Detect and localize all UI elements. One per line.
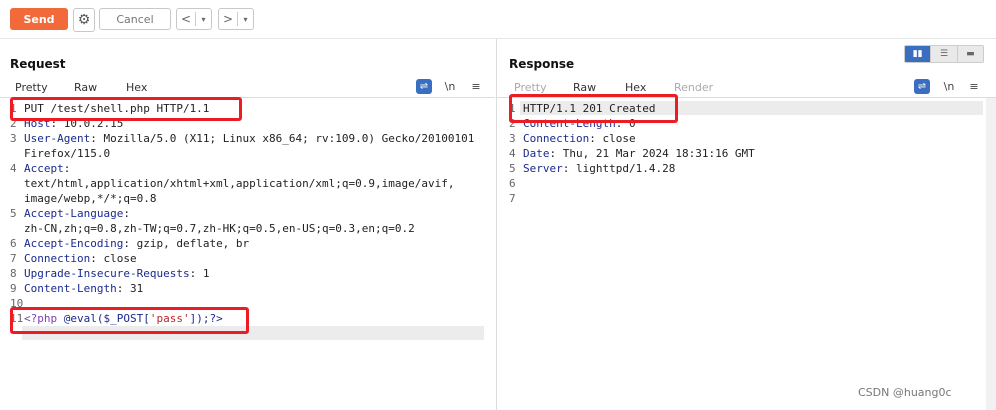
code-line: text/html,application/xhtml+xml,applicat…	[10, 176, 490, 191]
header-key: Upgrade-Insecure-Requests	[24, 267, 190, 280]
line-value: lighttpd/1.4.28	[576, 162, 676, 175]
header-key: Accept	[24, 162, 64, 175]
settings-button[interactable]: ⚙	[73, 8, 95, 32]
request-tab-pretty[interactable]: Pretty	[15, 81, 48, 94]
tabs-layout-icon[interactable]: ▬	[957, 46, 983, 62]
header-key: Connection	[523, 132, 590, 145]
header-line: Accept-Encoding: gzip, deflate, br	[24, 237, 250, 250]
header-line: Accept-Language:	[24, 207, 130, 220]
response-scrollbar[interactable]	[986, 98, 996, 410]
line-value: Firefox/115.0	[24, 147, 111, 160]
cancel-button[interactable]: Cancel	[99, 8, 171, 30]
line-value: zh-CN,zh;q=0.8,zh-TW;q=0.7,zh-HK;q=0.5,e…	[24, 222, 415, 235]
panel-divider[interactable]	[496, 39, 497, 410]
chevron-down-icon[interactable]: ▾	[196, 15, 211, 24]
code-line: 5 Server: lighttpd/1.4.28	[509, 161, 979, 176]
newline-toggle[interactable]: \n	[442, 79, 458, 94]
line-value: text/html,application/xhtml+xml,applicat…	[24, 177, 455, 190]
code-line: 8 Upgrade-Insecure-Requests: 1	[10, 266, 490, 281]
header-line: Connection: close	[523, 132, 636, 145]
code-line: 6	[509, 176, 979, 191]
chevron-right-icon: >	[222, 12, 234, 26]
split-vertical-icon[interactable]: ☰	[931, 46, 958, 62]
line-value: close	[602, 132, 636, 145]
payload-highlight-box	[10, 307, 249, 334]
header-line: Accept:	[24, 162, 71, 175]
wrap-text-icon[interactable]: ⇌	[914, 79, 930, 94]
code-line: Firefox/115.0	[10, 146, 490, 161]
header-line: Date: Thu, 21 Mar 2024 18:31:16 GMT	[523, 147, 755, 160]
header-line: User-Agent: Mozilla/5.0 (X11; Linux x86_…	[24, 132, 475, 145]
watermark: CSDN @huang0c	[858, 386, 952, 399]
split-horizontal-icon[interactable]: ▮▮	[905, 46, 932, 62]
line-value: Mozilla/5.0 (X11; Linux x86_64; rv:109.0…	[103, 132, 475, 145]
toolbar-divider	[0, 38, 996, 39]
request-tab-hex[interactable]: Hex	[126, 81, 147, 94]
response-tab-raw[interactable]: Raw	[573, 81, 596, 94]
line-value: 1	[202, 267, 210, 280]
text-line: image/webp,*/*;q=0.8	[24, 191, 156, 206]
header-line: Content-Length: 31	[24, 282, 144, 295]
response-tab-hex[interactable]: Hex	[625, 81, 646, 94]
header-line: Server: lighttpd/1.4.28	[523, 162, 676, 175]
line-value: gzip, deflate, br	[136, 237, 250, 250]
line-value: close	[103, 252, 137, 265]
code-line: zh-CN,zh;q=0.8,zh-TW;q=0.7,zh-HK;q=0.5,e…	[10, 221, 490, 236]
code-line: 7 Connection: close	[10, 251, 490, 266]
request-line-highlight-box	[10, 97, 242, 121]
header-line: Connection: close	[24, 252, 137, 265]
line-number: 7	[509, 192, 516, 205]
response-tab-pretty[interactable]: Pretty	[514, 81, 547, 94]
header-key: Content-Length	[24, 282, 117, 295]
request-tab-raw[interactable]: Raw	[74, 81, 97, 94]
text-line: text/html,application/xhtml+xml,applicat…	[24, 176, 454, 191]
line-value: image/webp,*/*;q=0.8	[24, 192, 157, 205]
code-line: 5 Accept-Language:	[10, 206, 490, 221]
send-button[interactable]: Send	[10, 8, 68, 30]
header-line: Upgrade-Insecure-Requests: 1	[24, 267, 210, 280]
code-line: 4 Accept:	[10, 161, 490, 176]
text-line: Firefox/115.0	[24, 146, 110, 161]
code-line: 6 Accept-Encoding: gzip, deflate, br	[10, 236, 490, 251]
code-line: 3 Connection: close	[509, 131, 979, 146]
header-key: Accept-Encoding	[24, 237, 124, 250]
header-key: Date	[523, 147, 550, 160]
line-value: 31	[129, 282, 144, 295]
request-title: Request	[10, 57, 66, 71]
response-tab-render[interactable]: Render	[674, 81, 713, 94]
history-back-button[interactable]: < ▾	[176, 8, 212, 30]
toolbar: Send ⚙ Cancel < ▾ > ▾	[0, 0, 996, 38]
request-editor[interactable]: 1 PUT /test/shell.php HTTP/1.1 2 Host: 10.0…	[10, 101, 490, 326]
code-line: 7	[509, 191, 979, 206]
code-line: 4 Date: Thu, 21 Mar 2024 18:31:16 GMT	[509, 146, 979, 161]
code-line: 9 Content-Length: 31	[10, 281, 490, 296]
layout-toggle[interactable]: ▮▮ ☰ ▬	[904, 45, 984, 63]
text-line: zh-CN,zh;q=0.8,zh-TW;q=0.7,zh-HK;q=0.5,e…	[24, 221, 415, 236]
menu-icon[interactable]: ≡	[966, 79, 982, 94]
chevron-down-icon[interactable]: ▾	[238, 15, 253, 24]
response-title: Response	[509, 57, 575, 71]
wrap-text-icon[interactable]: ⇌	[416, 79, 432, 94]
header-key: Server	[523, 162, 563, 175]
line-value: Thu, 21 Mar 2024 18:31:16 GMT	[562, 147, 755, 160]
newline-toggle[interactable]: \n	[941, 79, 957, 94]
code-line: image/webp,*/*;q=0.8	[10, 191, 490, 206]
menu-icon[interactable]: ≡	[468, 79, 484, 94]
gear-icon: ⚙	[77, 12, 91, 28]
header-key: Connection	[24, 252, 91, 265]
status-line-highlight-box	[509, 94, 678, 123]
header-key: User-Agent	[24, 132, 91, 145]
history-forward-button[interactable]: > ▾	[218, 8, 254, 30]
chevron-left-icon: <	[180, 12, 192, 26]
code-line: 3 User-Agent: Mozilla/5.0 (X11; Linux x86…	[10, 131, 490, 146]
line-number: 6	[509, 177, 516, 190]
header-key: Accept-Language	[24, 207, 124, 220]
